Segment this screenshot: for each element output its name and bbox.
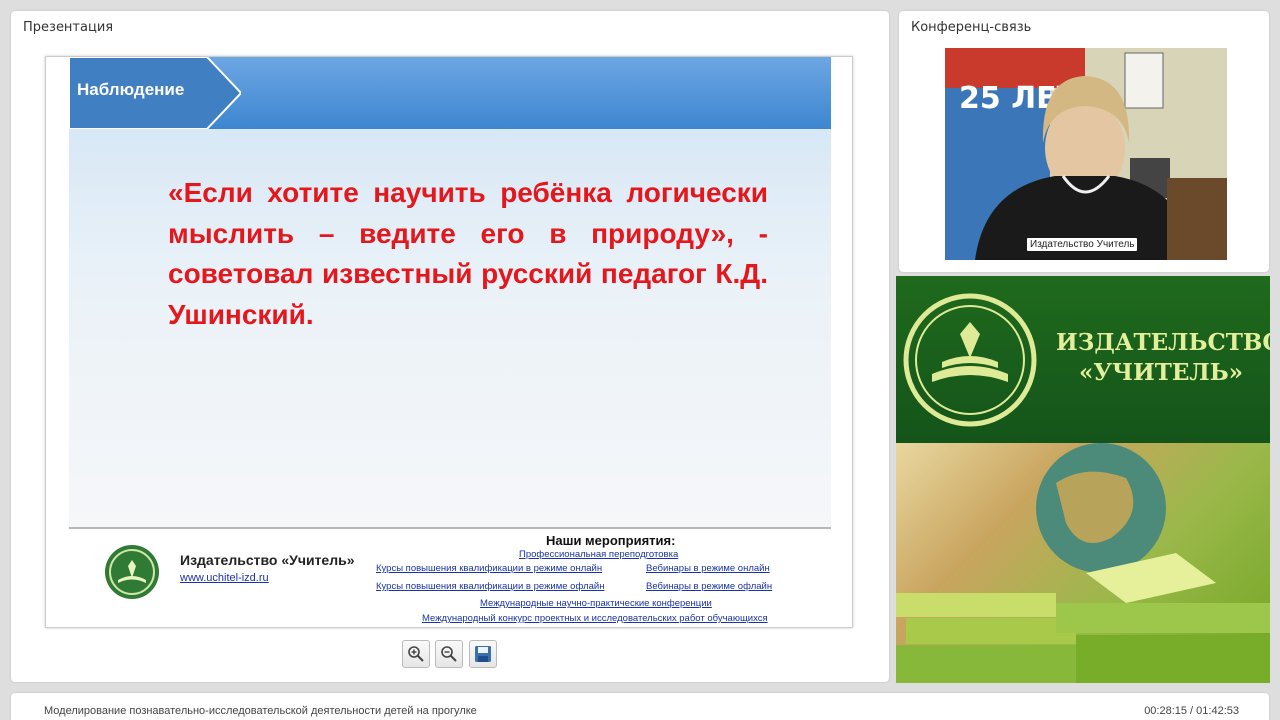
event-link-retraining[interactable]: Профессиональная переподготовка xyxy=(519,549,678,560)
video-feed[interactable]: 25 ЛЕТ Издательство Учитель xyxy=(945,48,1227,260)
banner-line-1: ИЗДАТЕЛЬСТВО xyxy=(1056,329,1270,356)
slide-header-tag: Наблюдение xyxy=(69,57,241,129)
conference-panel-title: Конференц-связь xyxy=(911,20,1032,35)
globe-books-illustration xyxy=(896,443,1270,683)
playback-time: 00:28:15 / 01:42:53 xyxy=(1144,705,1239,717)
slide: Наблюдение «Если хотите научить ребёнка … xyxy=(45,56,853,628)
publisher-site-link[interactable]: www.uchitel-izd.ru xyxy=(180,572,269,584)
speaker-video-image: 25 ЛЕТ xyxy=(945,48,1227,260)
webinar-title: Моделирование познавательно-исследовател… xyxy=(44,705,477,717)
zoom-out-icon xyxy=(441,646,457,662)
event-link-contest[interactable]: Международный конкурс проектных и исслед… xyxy=(422,613,768,624)
zoom-in-button[interactable] xyxy=(402,640,430,668)
zoom-out-button[interactable] xyxy=(435,640,463,668)
presentation-panel: Презентация Наблюдение «Если хотите науч… xyxy=(11,11,889,682)
presentation-panel-title: Презентация xyxy=(23,20,114,35)
slide-header-label: Наблюдение xyxy=(77,80,185,99)
banner-line-2: «УЧИТЕЛЬ» xyxy=(1078,359,1244,386)
publisher-emblem-icon xyxy=(903,293,1037,427)
save-button[interactable] xyxy=(469,640,497,668)
event-link-courses-offline[interactable]: Курсы повышения квалификации в режиме оф… xyxy=(376,581,604,592)
event-link-webinars-offline[interactable]: Вебинары в режиме офлайн xyxy=(646,581,772,592)
slide-quote: «Если хотите научить ребёнка логически м… xyxy=(168,177,768,330)
publisher-name: Издательство «Учитель» xyxy=(180,552,355,568)
video-caption: Издательство Учитель xyxy=(1027,238,1138,251)
zoom-in-icon xyxy=(408,646,424,662)
slide-divider xyxy=(69,527,831,529)
event-link-conferences[interactable]: Международные научно-практические конфер… xyxy=(480,598,712,609)
event-link-webinars-online[interactable]: Вебинары в режиме онлайн xyxy=(646,563,770,574)
save-icon xyxy=(475,646,491,662)
banner-publisher-name: ИЗДАТЕЛЬСТВО «УЧИТЕЛЬ» xyxy=(1056,328,1270,388)
footer-bar: Моделирование познавательно-исследовател… xyxy=(11,693,1269,720)
conference-panel: Конференц-связь 25 ЛЕТ Издательство Учит… xyxy=(899,11,1269,272)
event-link-courses-online[interactable]: Курсы повышения квалификации в режиме он… xyxy=(376,563,602,574)
events-title: Наши мероприятия: xyxy=(546,533,676,548)
publisher-logo-icon xyxy=(105,545,159,599)
publisher-banner: ИЗДАТЕЛЬСТВО «УЧИТЕЛЬ» xyxy=(896,276,1270,683)
banner-books-image xyxy=(896,443,1270,683)
